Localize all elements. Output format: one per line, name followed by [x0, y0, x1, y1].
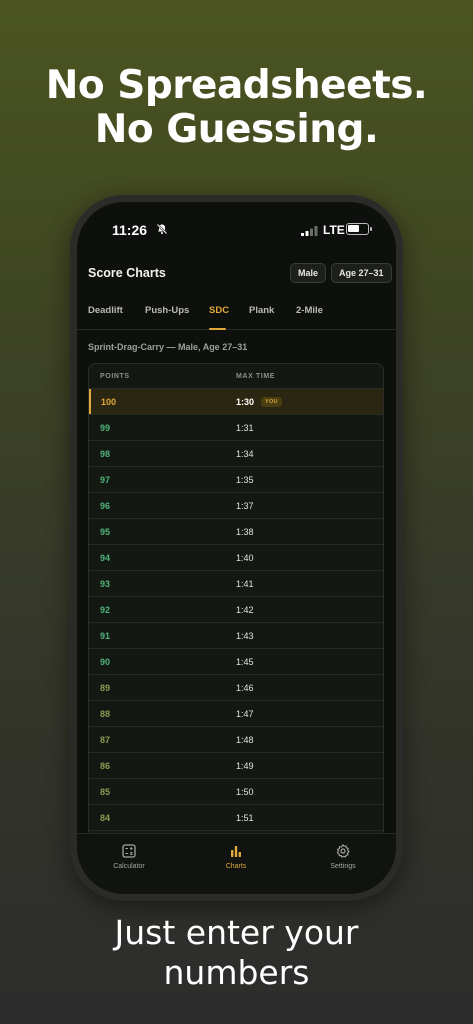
max-time-cell: 1:45: [236, 657, 254, 667]
tab-plank[interactable]: Plank: [249, 305, 274, 316]
subline-line-1: Just enter your: [114, 913, 359, 952]
points-cell: 86: [100, 761, 111, 771]
app-screen: 11:26 LTE Score Charts Male Age 27–31 De…: [77, 202, 396, 894]
age-filter-button[interactable]: Age 27–31: [331, 263, 392, 283]
table-row[interactable]: 94 1:40: [89, 545, 383, 571]
nav-charts-label: Charts: [225, 863, 247, 870]
points-cell: 97: [100, 475, 111, 485]
max-time-cell: 1:47: [236, 709, 254, 719]
calculator-icon: [122, 844, 136, 858]
promo-headline: No Spreadsheets. No Guessing.: [0, 64, 473, 152]
points-cell: 90: [100, 657, 111, 667]
phone-frame: 11:26 LTE Score Charts Male Age 27–31 De…: [70, 195, 403, 901]
column-header-max-time: MAX TIME: [236, 373, 276, 380]
max-time-cell: 1:35: [236, 475, 254, 485]
table-row[interactable]: 99 1:31: [89, 415, 383, 441]
points-cell: 87: [100, 735, 111, 745]
bar-chart-icon: [231, 846, 241, 857]
points-cell: 91: [100, 631, 111, 641]
nav-calculator[interactable]: Calculator: [94, 844, 164, 870]
table-row[interactable]: 95 1:38: [89, 519, 383, 545]
max-time-cell: 1:31: [236, 423, 254, 433]
max-time-cell: 1:43: [236, 631, 254, 641]
tab-sdc[interactable]: SDC: [209, 305, 229, 316]
points-cell: 98: [100, 449, 111, 459]
max-time-cell: 1:40: [236, 553, 254, 563]
silent-bell-icon: [156, 223, 168, 235]
event-tabs: Deadlift Push-Ups SDC Plank 2-Mile: [77, 298, 396, 330]
max-time-cell: 1:34: [236, 449, 254, 459]
gear-icon: [336, 844, 350, 858]
tab-2-mile[interactable]: 2-Mile: [296, 305, 323, 316]
table-row-you[interactable]: 100 1:30 YOU: [89, 389, 383, 415]
table-row[interactable]: 92 1:42: [89, 597, 383, 623]
max-time-cell: 1:46: [236, 683, 254, 693]
table-row[interactable]: 85 1:50: [89, 779, 383, 805]
points-cell: 99: [100, 423, 111, 433]
table-row[interactable]: 96 1:37: [89, 493, 383, 519]
active-tab-indicator: [209, 328, 226, 330]
points-cell: 94: [100, 553, 111, 563]
points-cell: 100: [101, 397, 117, 407]
max-time-cell: 1:41: [236, 579, 254, 589]
table-header: POINTS MAX TIME: [89, 364, 383, 389]
max-time-cell: 1:50: [236, 787, 254, 797]
max-time-cell: 1:38: [236, 527, 254, 537]
nav-settings-label: Settings: [330, 863, 356, 870]
table-row[interactable]: 97 1:35: [89, 467, 383, 493]
table-row[interactable]: 91 1:43: [89, 623, 383, 649]
nav-settings[interactable]: Settings: [308, 844, 378, 870]
headline-line-2: No Guessing.: [94, 107, 379, 152]
promo-subline: Just enter your numbers: [0, 913, 473, 993]
max-time-cell: 1:49: [236, 761, 254, 771]
points-cell: 96: [100, 501, 111, 511]
cellular-signal-icon: [301, 226, 318, 236]
max-time-cell: 1:48: [236, 735, 254, 745]
points-cell: 92: [100, 605, 111, 615]
table-row[interactable]: 98 1:34: [89, 441, 383, 467]
points-cell: 93: [100, 579, 111, 589]
table-row[interactable]: 89 1:46: [89, 675, 383, 701]
table-row[interactable]: 90 1:45: [89, 649, 383, 675]
you-badge: YOU: [261, 397, 282, 407]
score-table: POINTS MAX TIME 100 1:30 YOU 99 1:31 98 1:34 97…: [88, 363, 384, 838]
table-row[interactable]: 84 1:51: [89, 805, 383, 831]
nav-charts[interactable]: Charts: [201, 844, 271, 870]
table-row[interactable]: 86 1:49: [89, 753, 383, 779]
table-row[interactable]: 93 1:41: [89, 571, 383, 597]
table-row[interactable]: 87 1:48: [89, 727, 383, 753]
max-time-cell: 1:37: [236, 501, 254, 511]
max-time-cell: 1:51: [236, 813, 254, 823]
max-time-cell: 1:30: [236, 397, 255, 407]
headline-line-1: No Spreadsheets.: [45, 63, 428, 108]
points-cell: 85: [100, 787, 111, 797]
subline-line-2: numbers: [163, 953, 310, 992]
section-label: Sprint-Drag-Carry — Male, Age 27–31: [88, 342, 248, 352]
table-body: 100 1:30 YOU 99 1:31 98 1:34 97 1:35 96 1:37 95 1:38…: [89, 389, 383, 831]
tab-push-ups[interactable]: Push-Ups: [145, 305, 189, 316]
battery-icon: [346, 223, 372, 235]
points-cell: 89: [100, 683, 111, 693]
nav-calculator-label: Calculator: [113, 863, 145, 870]
max-time-cell: 1:42: [236, 605, 254, 615]
tab-deadlift[interactable]: Deadlift: [88, 305, 123, 316]
status-bar: 11:26 LTE: [77, 202, 396, 252]
points-cell: 84: [100, 813, 111, 823]
page-title: Score Charts: [88, 266, 166, 280]
points-cell: 95: [100, 527, 111, 537]
points-cell: 88: [100, 709, 111, 719]
bottom-nav: Calculator Charts Settings: [77, 833, 396, 894]
table-row[interactable]: 88 1:47: [89, 701, 383, 727]
network-type: LTE: [323, 223, 345, 237]
column-header-points: POINTS: [100, 373, 130, 380]
status-time: 11:26: [112, 222, 148, 238]
sex-filter-button[interactable]: Male: [290, 263, 327, 283]
app-header: Score Charts Male Age 27–31: [77, 260, 396, 290]
